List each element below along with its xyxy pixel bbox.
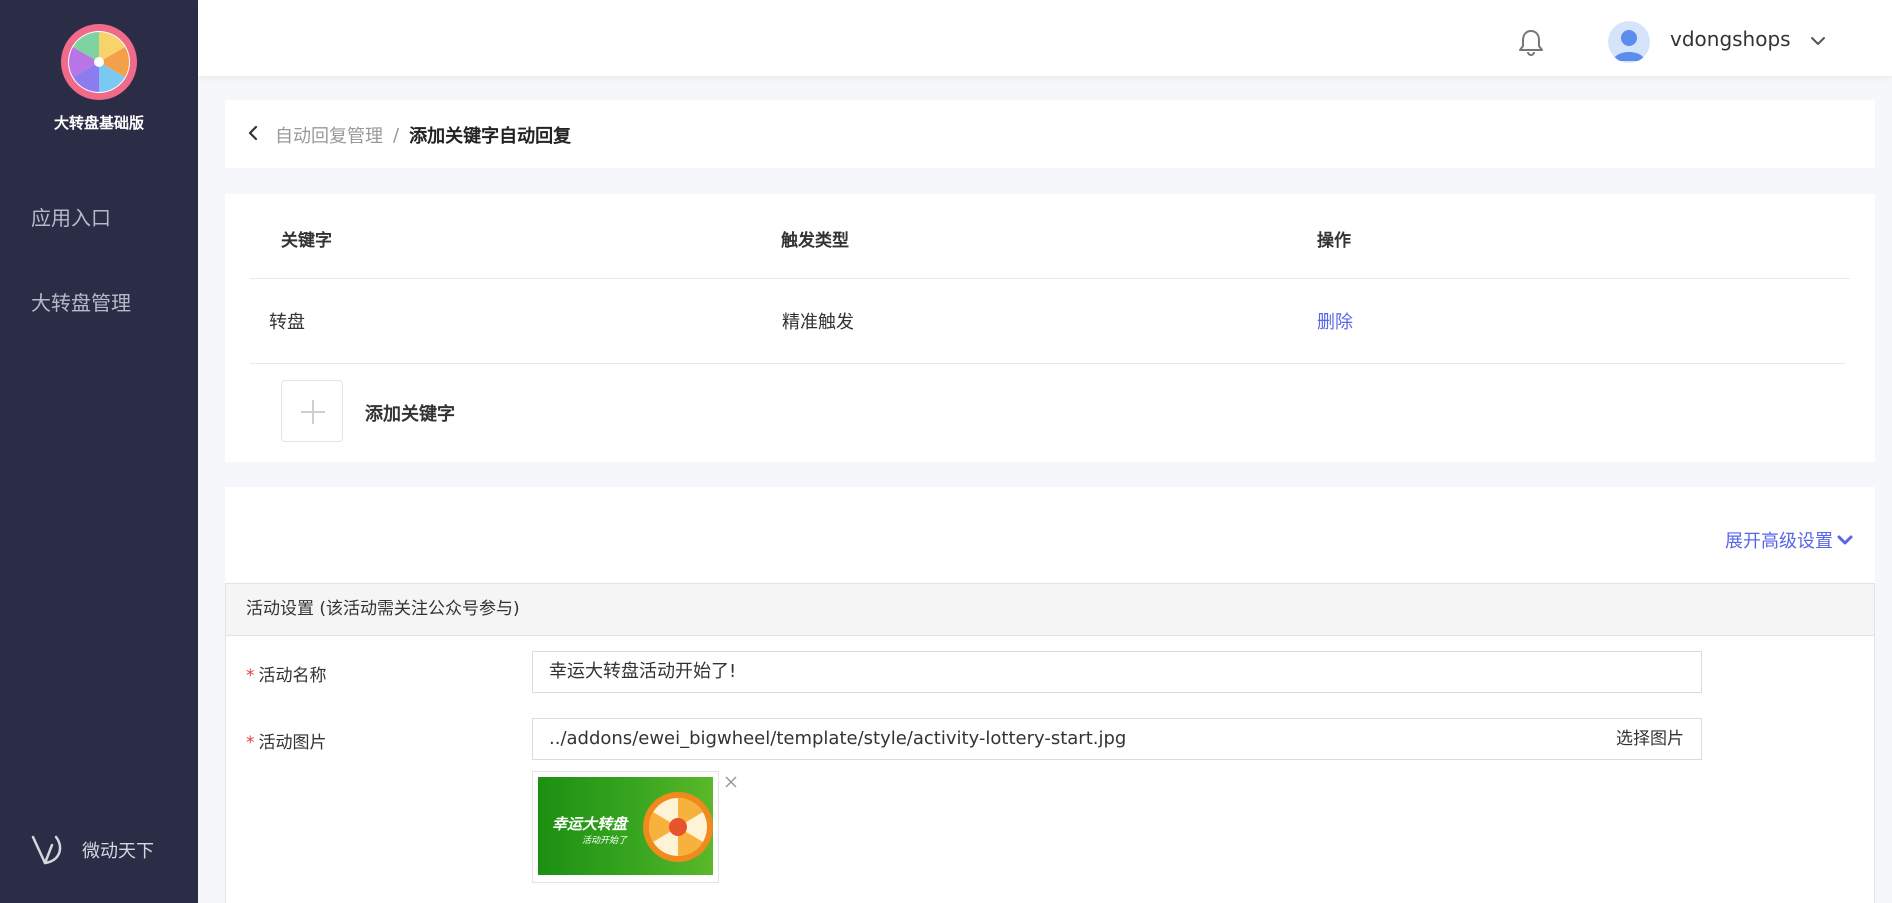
table-cell-keyword: 转盘: [269, 312, 305, 333]
username[interactable]: vdongshops: [1670, 27, 1791, 51]
plus-icon: [301, 400, 325, 424]
brand: 大转盘基础版: [0, 24, 198, 133]
column-header-keyword: 关键字: [281, 231, 332, 251]
chevron-down-icon: [1837, 535, 1853, 545]
expand-advanced-settings-label: 展开高级设置: [1725, 531, 1833, 552]
expand-advanced-settings-link[interactable]: 展开高级设置: [1725, 527, 1853, 553]
activity-name-label-text: 活动名称: [258, 666, 327, 686]
notification-bell-icon[interactable]: [1518, 28, 1544, 60]
add-keyword-button[interactable]: [281, 380, 343, 442]
activity-name-label: * 活动名称: [246, 661, 327, 686]
thumb-subtitle: 活动开始了: [582, 836, 628, 846]
wheel-logo-icon: [61, 24, 137, 100]
thumb-title: 幸运大转盘: [552, 815, 628, 833]
sidebar-item-app-entry[interactable]: 应用入口: [31, 202, 111, 231]
lucky-wheel-icon: [643, 792, 713, 862]
breadcrumb: 自动回复管理 / 添加关键字自动回复: [275, 122, 571, 148]
chevron-down-icon[interactable]: [1810, 32, 1826, 51]
brand-title: 大转盘基础版: [53, 114, 144, 132]
user-avatar[interactable]: [1608, 21, 1650, 63]
select-image-button[interactable]: 选择图片: [1599, 718, 1702, 760]
top-header: vdongshops: [198, 0, 1892, 76]
activity-name-input[interactable]: 幸运大转盘活动开始了!: [532, 651, 1702, 693]
breadcrumb-separator: /: [393, 124, 400, 146]
sidebar-footer: 微动天下: [30, 833, 154, 867]
keyword-table: 关键字 触发类型 操作 转盘 精准触发 删除 添加关键字: [225, 194, 1875, 462]
chevron-left-icon[interactable]: [247, 124, 259, 146]
table-divider: [250, 278, 1850, 279]
breadcrumb-current: 添加关键字自动回复: [409, 126, 572, 147]
required-marker: *: [246, 733, 255, 753]
breadcrumb-bar: 自动回复管理 / 添加关键字自动回复: [225, 100, 1875, 168]
activity-settings-panel: 活动设置 (该活动需关注公众号参与) * 活动名称 幸运大转盘活动开始了! * 活动…: [225, 583, 1875, 903]
activity-settings-card: 展开高级设置 活动设置 (该活动需关注公众号参与) * 活动名称 幸运大转盘活动开…: [225, 487, 1875, 903]
sidebar-item-wheel-management[interactable]: 大转盘管理: [31, 287, 131, 316]
breadcrumb-parent-link[interactable]: 自动回复管理: [275, 122, 383, 148]
column-header-trigger-type: 触发类型: [781, 231, 849, 251]
activity-image-label-text: 活动图片: [258, 733, 327, 753]
vdong-logo-icon: [31, 835, 62, 865]
table-divider: [250, 363, 1845, 364]
panel-title: 活动设置 (该活动需关注公众号参与): [226, 584, 1874, 636]
required-marker: *: [246, 666, 255, 686]
remove-image-icon[interactable]: [724, 774, 738, 793]
sidebar: 大转盘基础版 应用入口 大转盘管理 微动天下: [0, 0, 198, 903]
activity-image-thumbnail: 幸运大转盘 活动开始了: [532, 771, 719, 883]
column-header-action: 操作: [1317, 231, 1351, 251]
footer-brand-label: 微动天下: [82, 841, 154, 862]
activity-image-path-input[interactable]: ../addons/ewei_bigwheel/template/style/a…: [532, 718, 1600, 760]
add-keyword-label[interactable]: 添加关键字: [365, 400, 455, 426]
activity-image-label: * 活动图片: [246, 728, 327, 753]
table-cell-trigger-type: 精准触发: [782, 312, 854, 333]
activity-image-preview: 幸运大转盘 活动开始了: [538, 777, 713, 875]
delete-link[interactable]: 删除: [1317, 308, 1353, 334]
